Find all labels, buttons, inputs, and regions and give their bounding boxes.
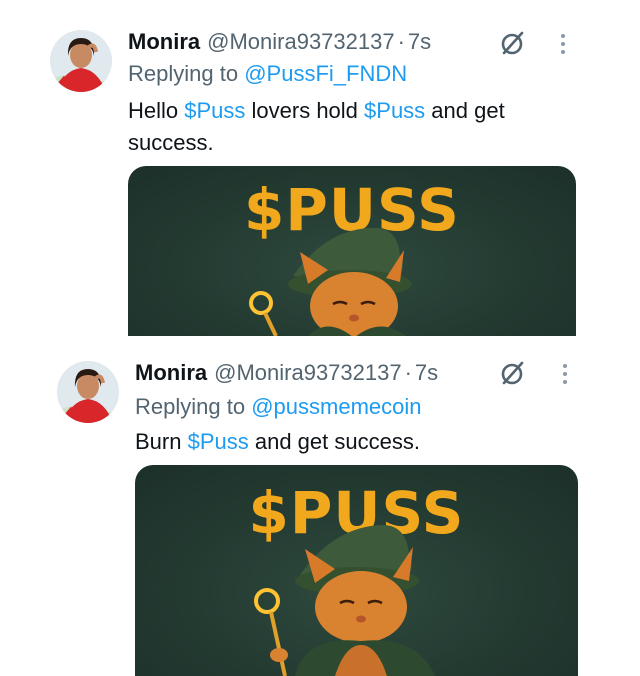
avatar-image (57, 361, 119, 423)
replying-to-link[interactable]: @PussFi_FNDN (244, 61, 407, 86)
separator-dot: · (404, 360, 412, 385)
grok-slash-circle-icon[interactable] (500, 360, 526, 386)
more-vertical-icon[interactable] (562, 364, 568, 386)
tweet-2[interactable]: Monira @Monira93732137 · 7s Replying to … (0, 336, 640, 676)
timestamp[interactable]: 7s (415, 360, 438, 386)
tweet-media-image[interactable]: $PUSS (135, 465, 578, 676)
replying-to: Replying to @PussFi_FNDN (128, 61, 407, 87)
tweet-media-image[interactable]: $PUSS (128, 166, 576, 336)
timestamp[interactable]: 7s (408, 29, 431, 55)
tweet-text: Burn $Puss and get success. (135, 426, 585, 458)
avatar-image (50, 30, 112, 92)
author-handle[interactable]: @Monira93732137 (214, 360, 401, 386)
replying-to-link[interactable]: @pussmemecoin (251, 394, 421, 419)
grok-slash-circle-icon[interactable] (500, 30, 526, 56)
replying-prefix: Replying to (128, 61, 239, 86)
text-segment: and get success. (248, 429, 420, 454)
replying-to: Replying to @pussmemecoin (135, 394, 422, 420)
cat-wizard-illustration (249, 227, 412, 336)
replying-prefix: Replying to (135, 394, 246, 419)
author-handle[interactable]: @Monira93732137 (207, 29, 394, 55)
tweet-text: Hello $Puss lovers hold $Puss and get su… (128, 95, 568, 159)
cashtag-link[interactable]: $Puss (364, 98, 425, 123)
author-name[interactable]: Monira (128, 29, 200, 55)
text-segment: lovers hold (245, 98, 365, 123)
avatar[interactable] (57, 361, 119, 423)
tweet-1[interactable]: Monira @Monira93732137 · 7s Replying to … (0, 0, 640, 336)
text-segment: Burn (135, 429, 188, 454)
text-segment: Hello (128, 98, 185, 123)
cashtag-link[interactable]: $Puss (184, 98, 245, 123)
cat-wizard-illustration (254, 525, 435, 676)
author-name[interactable]: Monira (135, 360, 207, 386)
more-vertical-icon[interactable] (560, 34, 566, 56)
avatar[interactable] (50, 30, 112, 92)
separator-dot: · (397, 29, 405, 54)
cashtag-link[interactable]: $Puss (188, 429, 249, 454)
